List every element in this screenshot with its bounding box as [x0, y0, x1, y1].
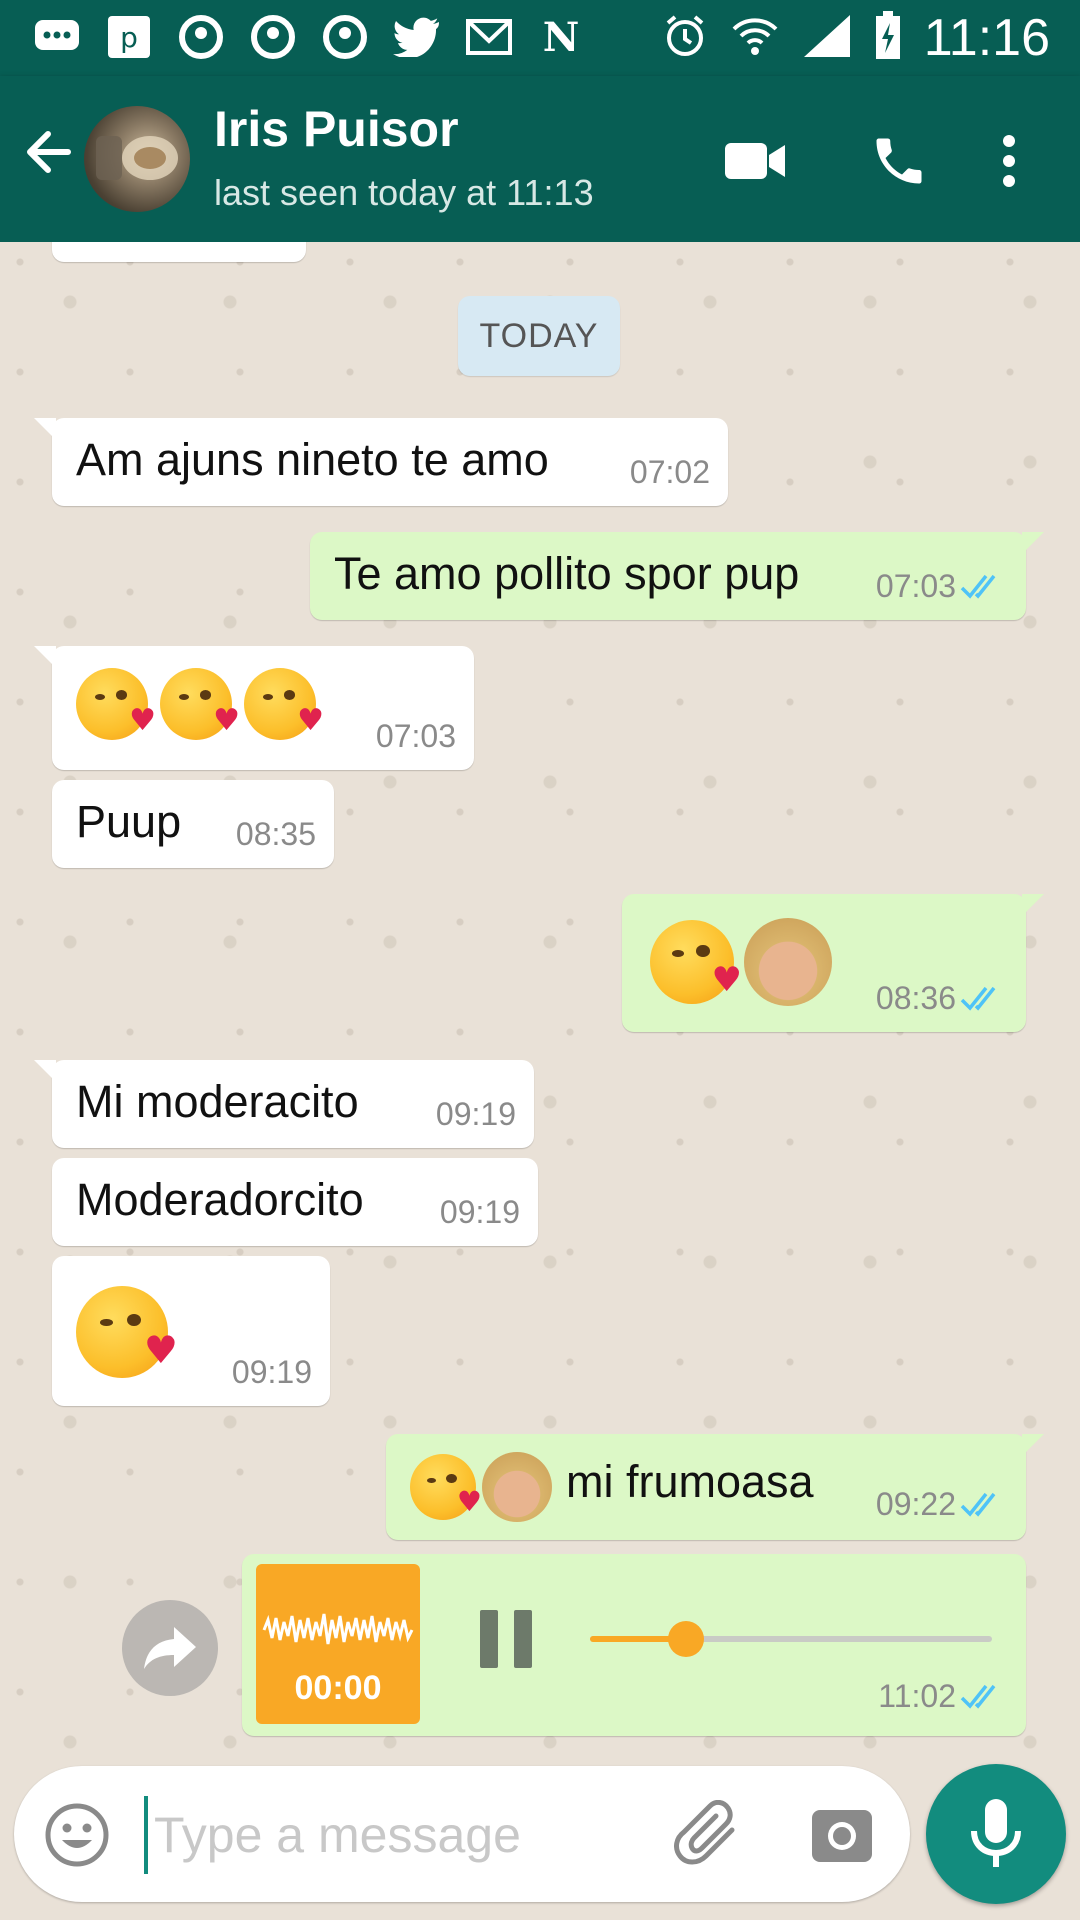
svg-text:N: N [543, 15, 580, 59]
incoming-message[interactable]: ♥ ♥ ♥ 07:03 [34, 646, 474, 770]
woman-blond-hair-emoji-icon [482, 1452, 552, 1522]
kissing-heart-emoji-icon: ♥ [76, 668, 156, 740]
email-icon [464, 14, 514, 60]
status-bar: p N 11:16 [0, 0, 1080, 76]
partial-message-bubble[interactable] [52, 242, 306, 262]
message-time: 07:02 [629, 454, 710, 490]
message-text: Te amo pollito spor pup [334, 548, 800, 599]
audio-thumbnail: 00:00 [256, 1564, 420, 1724]
message-input[interactable] [144, 1796, 656, 1874]
pause-button[interactable] [478, 1608, 534, 1670]
system-status: 11:16 [662, 8, 1050, 68]
p-app-icon: p [104, 14, 154, 60]
message-time: 08:35 [235, 816, 316, 852]
bubble-tail [1022, 894, 1044, 916]
audio-elapsed-time: 00:00 [294, 1669, 382, 1707]
message-time: 09:19 [435, 1096, 516, 1132]
message-time: 09:19 [439, 1194, 520, 1230]
read-ticks-icon [960, 986, 996, 1011]
message-composer [14, 1766, 910, 1902]
woman-blond-hair-emoji-icon [744, 918, 832, 1006]
microphone-button[interactable] [926, 1764, 1066, 1904]
camera-icon[interactable] [810, 1802, 874, 1866]
pause-icon [480, 1610, 532, 1668]
waveform-icon [262, 1613, 414, 1645]
message-time: 08:36 [875, 980, 956, 1016]
incoming-message[interactable]: Mi moderacito 09:19 [34, 1060, 534, 1148]
message-time: 07:03 [375, 718, 456, 754]
bubble-tail [34, 418, 56, 440]
message-text: Mi moderacito [76, 1076, 359, 1127]
chat-header: Iris Puisor last seen today at 11:13 [0, 76, 1080, 242]
read-ticks-icon [960, 1684, 996, 1709]
twitter-icon [392, 14, 442, 60]
outgoing-message[interactable]: ♥ 08:36 [622, 894, 1044, 1032]
wifi-icon [730, 13, 780, 64]
notification-icon [248, 14, 298, 60]
kissing-heart-emoji-icon: ♥ [410, 1454, 482, 1520]
kissing-heart-emoji-icon: ♥ [650, 920, 742, 1004]
message-time: 09:19 [231, 1354, 312, 1390]
incoming-message[interactable]: Moderadorcito 09:19 [52, 1158, 538, 1246]
incoming-message[interactable]: Puup 08:35 [52, 780, 334, 868]
audio-progress-track[interactable] [590, 1621, 992, 1657]
read-ticks-icon [960, 1492, 996, 1517]
forward-icon [144, 1627, 196, 1669]
last-seen-status: last seen today at 11:13 [214, 172, 594, 213]
alarm-icon [662, 13, 708, 64]
contact-name[interactable]: Iris Puisor [214, 100, 459, 158]
outgoing-message[interactable]: Te amo pollito spor pup 07:03 [310, 532, 1044, 620]
voice-message[interactable]: 00:00 11:02 [242, 1554, 1026, 1736]
signal-icon [802, 13, 852, 64]
bubble-tail [34, 1060, 56, 1082]
bubble-tail [34, 646, 56, 668]
chat-area[interactable]: TODAY Am ajuns nineto te amo 07:02 Te am… [0, 242, 1080, 1762]
svg-text:p: p [120, 21, 138, 54]
kissing-heart-emoji-icon: ♥ [244, 668, 324, 740]
attach-icon[interactable] [674, 1799, 744, 1870]
kissing-heart-emoji-icon: ♥ [76, 1286, 178, 1378]
message-text: Moderadorcito [76, 1174, 364, 1225]
phone-icon[interactable] [864, 126, 934, 196]
incoming-message[interactable]: Am ajuns nineto te amo 07:02 [34, 418, 728, 506]
incoming-message[interactable]: ♥ 09:19 [52, 1256, 330, 1406]
forward-button[interactable] [122, 1600, 218, 1696]
message-icon [32, 14, 82, 60]
outgoing-message[interactable]: ♥ mi frumoasa 09:22 [386, 1434, 1044, 1540]
date-separator: TODAY [458, 296, 620, 376]
message-text: Am ajuns nineto te amo [76, 434, 549, 485]
notification-icon [176, 14, 226, 60]
n-app-icon: N [536, 14, 586, 60]
avatar[interactable] [84, 106, 190, 212]
message-time: 09:22 [875, 1486, 956, 1522]
notification-icon [320, 14, 370, 60]
notification-icons: p N [32, 14, 586, 60]
video-call-icon[interactable] [720, 126, 790, 196]
more-options-icon[interactable] [974, 126, 1044, 196]
read-ticks-icon [960, 574, 996, 599]
microphone-icon [971, 1799, 1021, 1867]
message-time: 11:02 [878, 1678, 956, 1714]
kissing-heart-emoji-icon: ♥ [160, 668, 240, 740]
battery-charging-icon [874, 10, 902, 66]
message-text: Puup [76, 796, 182, 847]
message-time: 07:03 [875, 568, 956, 604]
bubble-tail [1022, 532, 1044, 554]
clock: 11:16 [923, 9, 1050, 67]
bubble-tail [1022, 1434, 1044, 1456]
message-text: mi frumoasa [566, 1456, 814, 1507]
audio-seek-handle[interactable] [668, 1621, 705, 1657]
emoji-icon[interactable] [44, 1802, 110, 1868]
back-arrow-icon[interactable] [20, 124, 76, 180]
